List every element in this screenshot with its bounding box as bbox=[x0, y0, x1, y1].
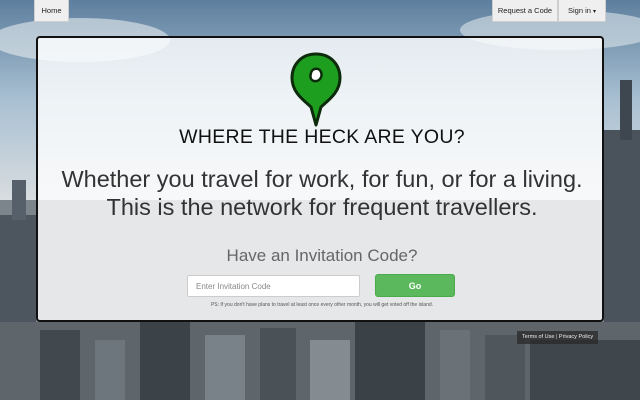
footer-separator: | bbox=[555, 334, 558, 340]
footer-links: Terms of Use | Privacy Policy bbox=[517, 331, 599, 344]
nav-sign-in-dropdown[interactable]: Sign in ▾ bbox=[558, 0, 606, 22]
terms-of-use-link[interactable]: Terms of Use bbox=[522, 334, 554, 340]
nav-home-link[interactable]: Home bbox=[34, 0, 69, 22]
disclaimer-text: PS: If you don't have plans to travel at… bbox=[210, 302, 434, 308]
hero-panel: WHERE THE HECK ARE YOU? Whether you trav… bbox=[36, 36, 604, 322]
page-headline: WHERE THE HECK ARE YOU? bbox=[179, 126, 465, 148]
nav-home-label: Home bbox=[41, 6, 62, 15]
invitation-prompt: Have an Invitation Code? bbox=[226, 246, 418, 265]
go-button[interactable]: Go bbox=[375, 274, 455, 297]
caret-down-icon: ▾ bbox=[592, 9, 596, 15]
page-tagline: Whether you travel for work, for fun, or… bbox=[61, 166, 583, 220]
map-pin-icon bbox=[290, 52, 342, 127]
invitation-code-input[interactable] bbox=[187, 275, 360, 297]
nav-sign-in-label: Sign in bbox=[568, 6, 591, 15]
privacy-policy-link[interactable]: Privacy Policy bbox=[559, 334, 593, 340]
nav-request-code-link[interactable]: Request a Code bbox=[492, 0, 558, 22]
nav-request-code-label: Request a Code bbox=[497, 6, 553, 15]
